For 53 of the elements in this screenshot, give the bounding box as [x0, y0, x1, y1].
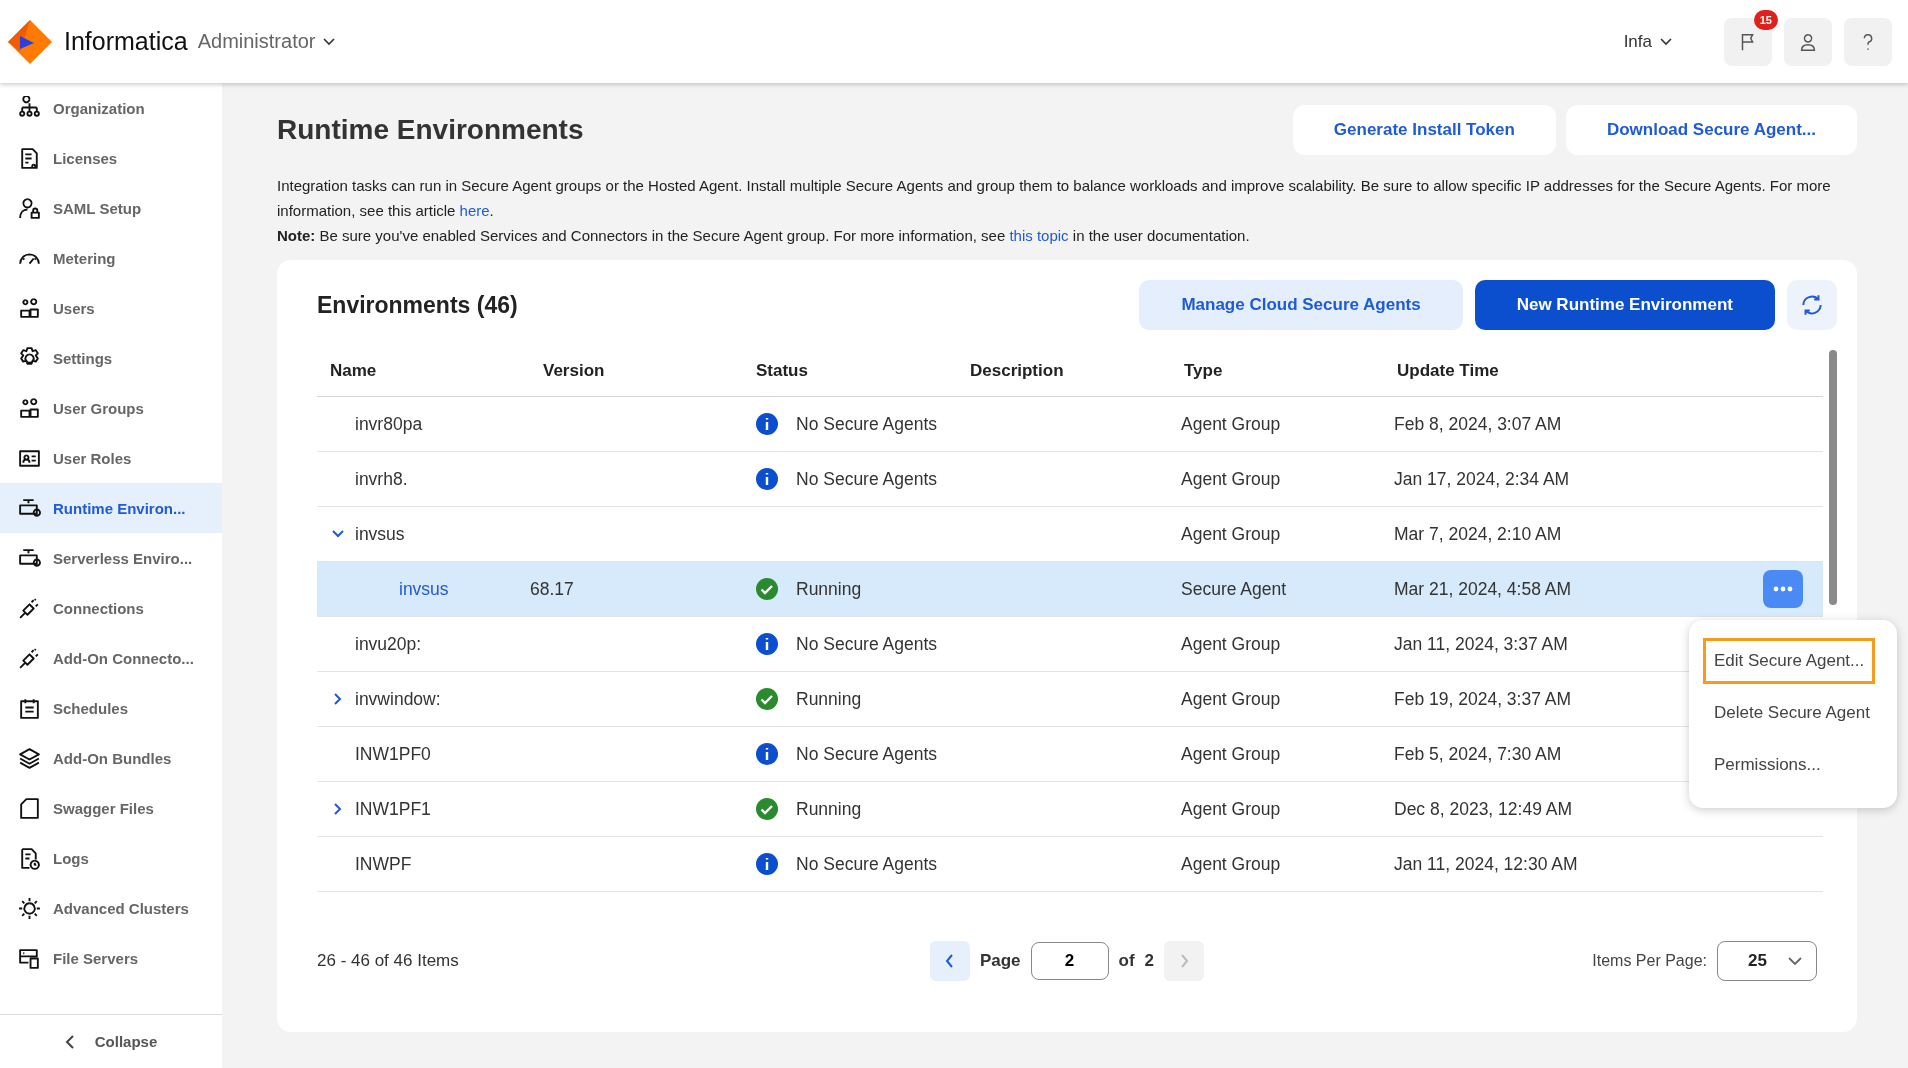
type-cell: Agent Group	[1181, 633, 1281, 655]
column-header: Description	[969, 361, 1065, 381]
time-cell: Mar 21, 2024, 4:58 AM	[1394, 578, 1572, 600]
intro-text: Integration tasks can run in Secure Agent groups or the Hosted Agent. Install multiple Secure Agents and group them to balance workloads and improve scalability. Be sure to allow specific IP addresses for the Secure Agents. For more information, see this article here.	[277, 176, 1832, 221]
name-cell: INW1PF0	[355, 743, 431, 765]
total-pages: 2	[1144, 951, 1155, 971]
name-cell: invsus	[355, 523, 405, 545]
column-header: Type	[1183, 361, 1224, 381]
type-cell: Secure Agent	[1181, 578, 1287, 600]
type-cell: Agent Group	[1181, 413, 1281, 435]
name-cell-text: invsus	[398, 578, 449, 600]
time-cell: Dec 8, 2023, 12:49 AM	[1394, 798, 1573, 820]
column-header: Name	[329, 361, 378, 381]
column-header: Update Time	[1396, 361, 1500, 381]
type-cell: Agent Group	[1181, 853, 1281, 875]
time-cell: Jan 11, 2024, 3:37 AM	[1394, 633, 1568, 655]
section-title: Environments (46)	[317, 291, 518, 319]
time-cell: Feb 19, 2024, 3:37 AM	[1394, 688, 1572, 710]
name-cell: invr80pa	[355, 413, 423, 435]
page-title: Runtime Environments	[277, 114, 584, 146]
name-cell: INWPF	[355, 853, 412, 875]
item-range: 26 - 46 of 46 Items	[317, 951, 460, 971]
name-cell: INW1PF1	[355, 798, 431, 820]
column-header: Version	[542, 361, 606, 381]
per-page-label: Items Per Page:	[1592, 952, 1707, 970]
type-cell: Agent Group	[1181, 468, 1281, 490]
status-cell: Running	[796, 798, 862, 820]
version-cell: 68.17	[530, 578, 574, 600]
type-cell: Agent Group	[1181, 688, 1281, 710]
status-cell: No Secure Agents	[796, 413, 938, 435]
note-text: Note: Be sure you've enabled Services and Connectors in the Secure Agent group. For more information, see this topic in the user documentation.	[277, 226, 1251, 246]
brand-name: Informatica	[64, 27, 188, 56]
type-cell: Agent Group	[1181, 743, 1281, 765]
status-cell: Running	[796, 688, 862, 710]
time-cell: Mar 7, 2024, 2:10 AM	[1394, 523, 1562, 545]
status-cell: No Secure Agents	[796, 743, 938, 765]
time-cell: Jan 17, 2024, 2:34 AM	[1394, 468, 1570, 490]
status-cell: Running	[796, 578, 862, 600]
page-label: Page	[979, 951, 1021, 971]
name-cell: invrh8.	[355, 468, 408, 490]
status-cell: No Secure Agents	[796, 633, 938, 655]
name-cell: invu20p:	[355, 633, 422, 655]
notification-badge: 15	[1753, 9, 1778, 30]
time-cell: Feb 8, 2024, 3:07 AM	[1394, 413, 1562, 435]
type-cell: Agent Group	[1181, 798, 1281, 820]
time-cell: Feb 5, 2024, 7:30 AM	[1394, 743, 1562, 765]
status-cell: No Secure Agents	[796, 853, 938, 875]
time-cell: Jan 11, 2024, 12:30 AM	[1394, 853, 1578, 875]
status-cell: No Secure Agents	[796, 468, 938, 490]
type-cell: Agent Group	[1181, 523, 1281, 545]
column-header: Status	[755, 361, 809, 381]
of-label: of	[1118, 951, 1135, 971]
name-cell: invwindow:	[355, 688, 441, 710]
